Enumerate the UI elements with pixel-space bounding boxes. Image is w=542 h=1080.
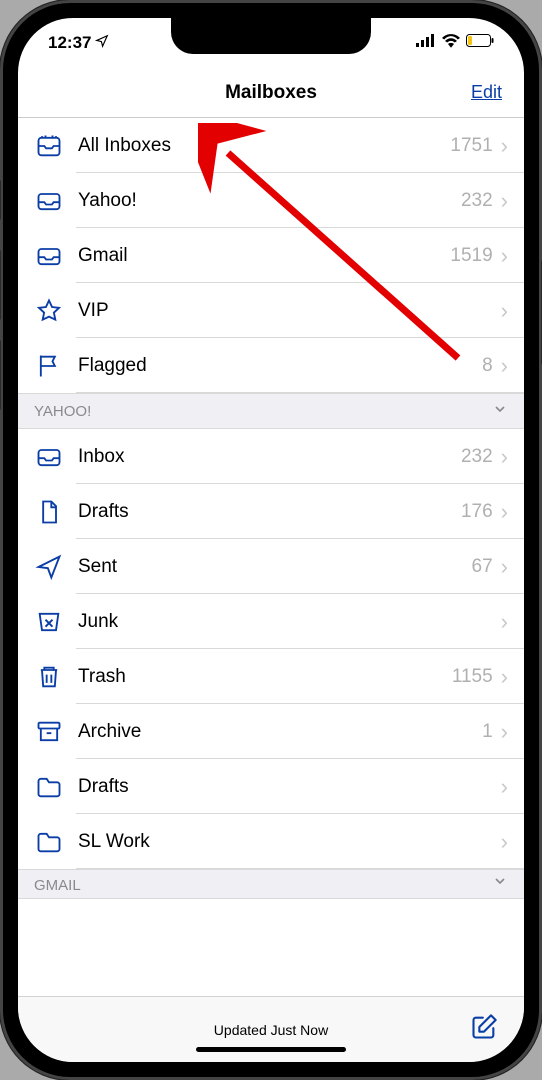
mailbox-label: Drafts [78, 501, 461, 523]
page-title: Mailboxes [225, 82, 317, 104]
chevron-right-icon: › [501, 353, 508, 379]
mailbox-row[interactable]: Sent67 › [18, 539, 524, 594]
flag-icon [32, 349, 66, 383]
all-inboxes-icon [32, 129, 66, 163]
mailbox-label: Yahoo! [78, 190, 461, 212]
mailbox-label: Drafts [78, 776, 501, 798]
mailbox-count: 1155 [452, 666, 493, 688]
archive-icon [32, 715, 66, 749]
chevron-right-icon: › [501, 719, 508, 745]
trash-icon [32, 660, 66, 694]
chevron-right-icon: › [501, 298, 508, 324]
chevron-right-icon: › [501, 554, 508, 580]
status-time: 12:37 [48, 33, 91, 53]
mailbox-row[interactable]: Junk› [18, 594, 524, 649]
chevron-right-icon: › [501, 133, 508, 159]
home-indicator[interactable] [196, 1047, 346, 1052]
inbox-icon [32, 440, 66, 474]
section-title: GMAIL [34, 877, 81, 894]
chevron-right-icon: › [501, 188, 508, 214]
mailbox-row[interactable]: Drafts176 › [18, 484, 524, 539]
mailbox-label: SL Work [78, 831, 501, 853]
mailbox-label: Gmail [78, 245, 450, 267]
chevron-right-icon: › [501, 664, 508, 690]
cellular-icon [416, 33, 436, 53]
star-icon [32, 294, 66, 328]
section-header[interactable]: YAHOO! [18, 393, 524, 429]
mailbox-label: VIP [78, 300, 501, 322]
section-title: YAHOO! [34, 403, 91, 420]
battery-icon [466, 33, 494, 53]
toolbar: Updated Just Now [18, 996, 524, 1062]
mailbox-row[interactable]: Drafts› [18, 759, 524, 814]
mailbox-row[interactable]: VIP› [18, 283, 524, 338]
chevron-down-icon [492, 401, 508, 422]
mailbox-row[interactable]: Inbox232 › [18, 429, 524, 484]
mailbox-count: 1 [482, 721, 493, 743]
chevron-right-icon: › [501, 499, 508, 525]
mailbox-row[interactable]: Flagged8 › [18, 338, 524, 393]
mailbox-row[interactable]: Gmail1519 › [18, 228, 524, 283]
mailbox-label: All Inboxes [78, 135, 450, 157]
junk-icon [32, 605, 66, 639]
mailbox-row[interactable]: SL Work› [18, 814, 524, 869]
location-icon [95, 33, 109, 53]
chevron-right-icon: › [501, 609, 508, 635]
mailbox-label: Junk [78, 611, 501, 633]
chevron-right-icon: › [501, 774, 508, 800]
chevron-right-icon: › [501, 243, 508, 269]
mailbox-row[interactable]: Archive1 › [18, 704, 524, 759]
mailbox-label: Flagged [78, 355, 482, 377]
mailbox-label: Trash [78, 666, 452, 688]
mailbox-count: 67 [472, 556, 493, 578]
mailbox-count: 232 [461, 446, 493, 468]
sent-icon [32, 550, 66, 584]
chevron-right-icon: › [501, 444, 508, 470]
mailbox-row[interactable]: Trash1155 › [18, 649, 524, 704]
toolbar-status: Updated Just Now [214, 1022, 328, 1038]
wifi-icon [442, 33, 460, 53]
inbox-icon [32, 184, 66, 218]
mailbox-count: 1751 [450, 135, 492, 157]
folder-icon [32, 770, 66, 804]
drafts-icon [32, 495, 66, 529]
mailbox-row[interactable]: All Inboxes1751 › [18, 118, 524, 173]
mailbox-count: 176 [461, 501, 493, 523]
nav-bar: Mailboxes Edit [18, 68, 524, 118]
edit-button[interactable]: Edit [471, 82, 502, 103]
section-header[interactable]: GMAIL [18, 869, 524, 899]
chevron-down-icon [492, 873, 508, 894]
inbox-icon [32, 239, 66, 273]
mailbox-count: 232 [461, 190, 493, 212]
compose-button[interactable] [470, 1013, 498, 1046]
mailbox-label: Archive [78, 721, 482, 743]
mailbox-label: Inbox [78, 446, 461, 468]
mailbox-count: 1519 [450, 245, 492, 267]
mailbox-count: 8 [482, 355, 493, 377]
folder-icon [32, 825, 66, 859]
chevron-right-icon: › [501, 829, 508, 855]
mailbox-row[interactable]: Yahoo!232 › [18, 173, 524, 228]
mailbox-label: Sent [78, 556, 472, 578]
